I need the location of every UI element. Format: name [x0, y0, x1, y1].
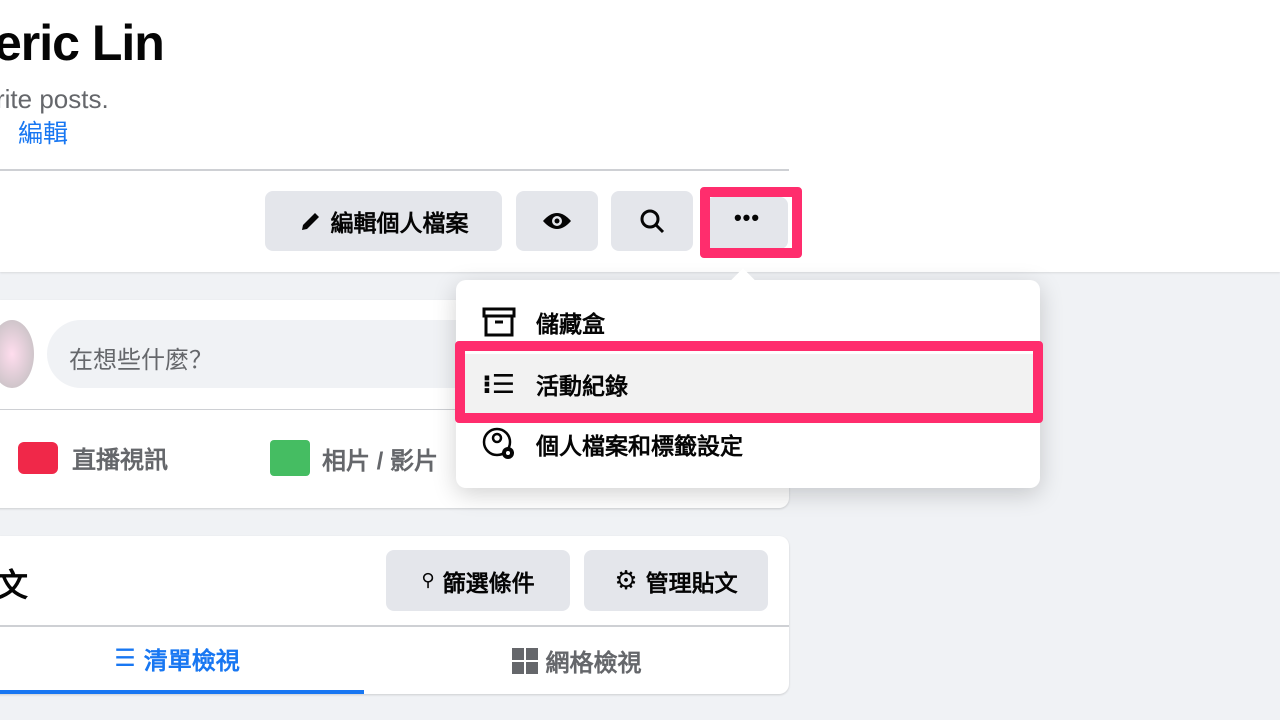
menu-item-label: 個人檔案和標籤設定	[536, 433, 743, 459]
highlight-more-button	[700, 187, 802, 258]
profile-header: eric Lin rite posts. 編輯 編輯個人檔案 •••	[0, 0, 1280, 272]
archive-icon	[482, 307, 516, 337]
edit-profile-button[interactable]: 編輯個人檔案	[265, 191, 502, 251]
posts-title: 文	[0, 567, 29, 603]
pencil-icon	[301, 213, 319, 230]
divider	[0, 169, 789, 171]
avatar[interactable]	[0, 320, 34, 388]
grid-icon	[511, 647, 538, 674]
manage-posts-label: 管理貼文	[645, 569, 738, 596]
live-video-button[interactable]: 直播視訊	[18, 440, 168, 475]
search-icon	[640, 209, 665, 234]
tab-label: 網格檢視	[545, 650, 642, 677]
live-video-icon	[18, 441, 58, 474]
filter-button[interactable]: ⚲ 篩選條件	[386, 550, 570, 611]
tab-grid-view[interactable]: 網格檢視	[364, 627, 789, 694]
profile-bio: rite posts.	[0, 84, 109, 114]
tab-list-view[interactable]: ☰ 清單檢視	[0, 627, 364, 694]
live-video-label: 直播視訊	[72, 447, 168, 474]
menu-item-profile-settings[interactable]: 個人檔案和標籤設定	[456, 414, 1040, 474]
highlight-activity-log	[455, 341, 1043, 423]
photo-video-button[interactable]: 相片 / 影片	[270, 440, 438, 476]
menu-caret	[730, 268, 756, 294]
filter-icon: ⚲	[421, 570, 435, 590]
profile-name: eric Lin	[0, 15, 165, 71]
menu-item-label: 儲藏盒	[536, 311, 605, 337]
list-icon: ☰	[114, 645, 136, 672]
gear-icon: ⚙	[614, 565, 638, 595]
profile-settings-icon	[482, 427, 514, 459]
edit-bio-link[interactable]: 編輯	[18, 114, 68, 150]
edit-profile-label: 編輯個人檔案	[330, 210, 469, 236]
manage-posts-button[interactable]: ⚙ 管理貼文	[584, 550, 768, 611]
eye-icon	[543, 213, 571, 229]
photo-video-label: 相片 / 影片	[322, 447, 439, 475]
filter-label: 篩選條件	[442, 569, 535, 596]
tab-label: 清單檢視	[143, 648, 240, 675]
view-as-button[interactable]	[516, 191, 598, 251]
posts-card: 文 ⚲ 篩選條件 ⚙ 管理貼文 ☰ 清單檢視 網格檢視	[0, 536, 789, 694]
search-button[interactable]	[611, 191, 693, 251]
photo-icon	[270, 440, 310, 476]
